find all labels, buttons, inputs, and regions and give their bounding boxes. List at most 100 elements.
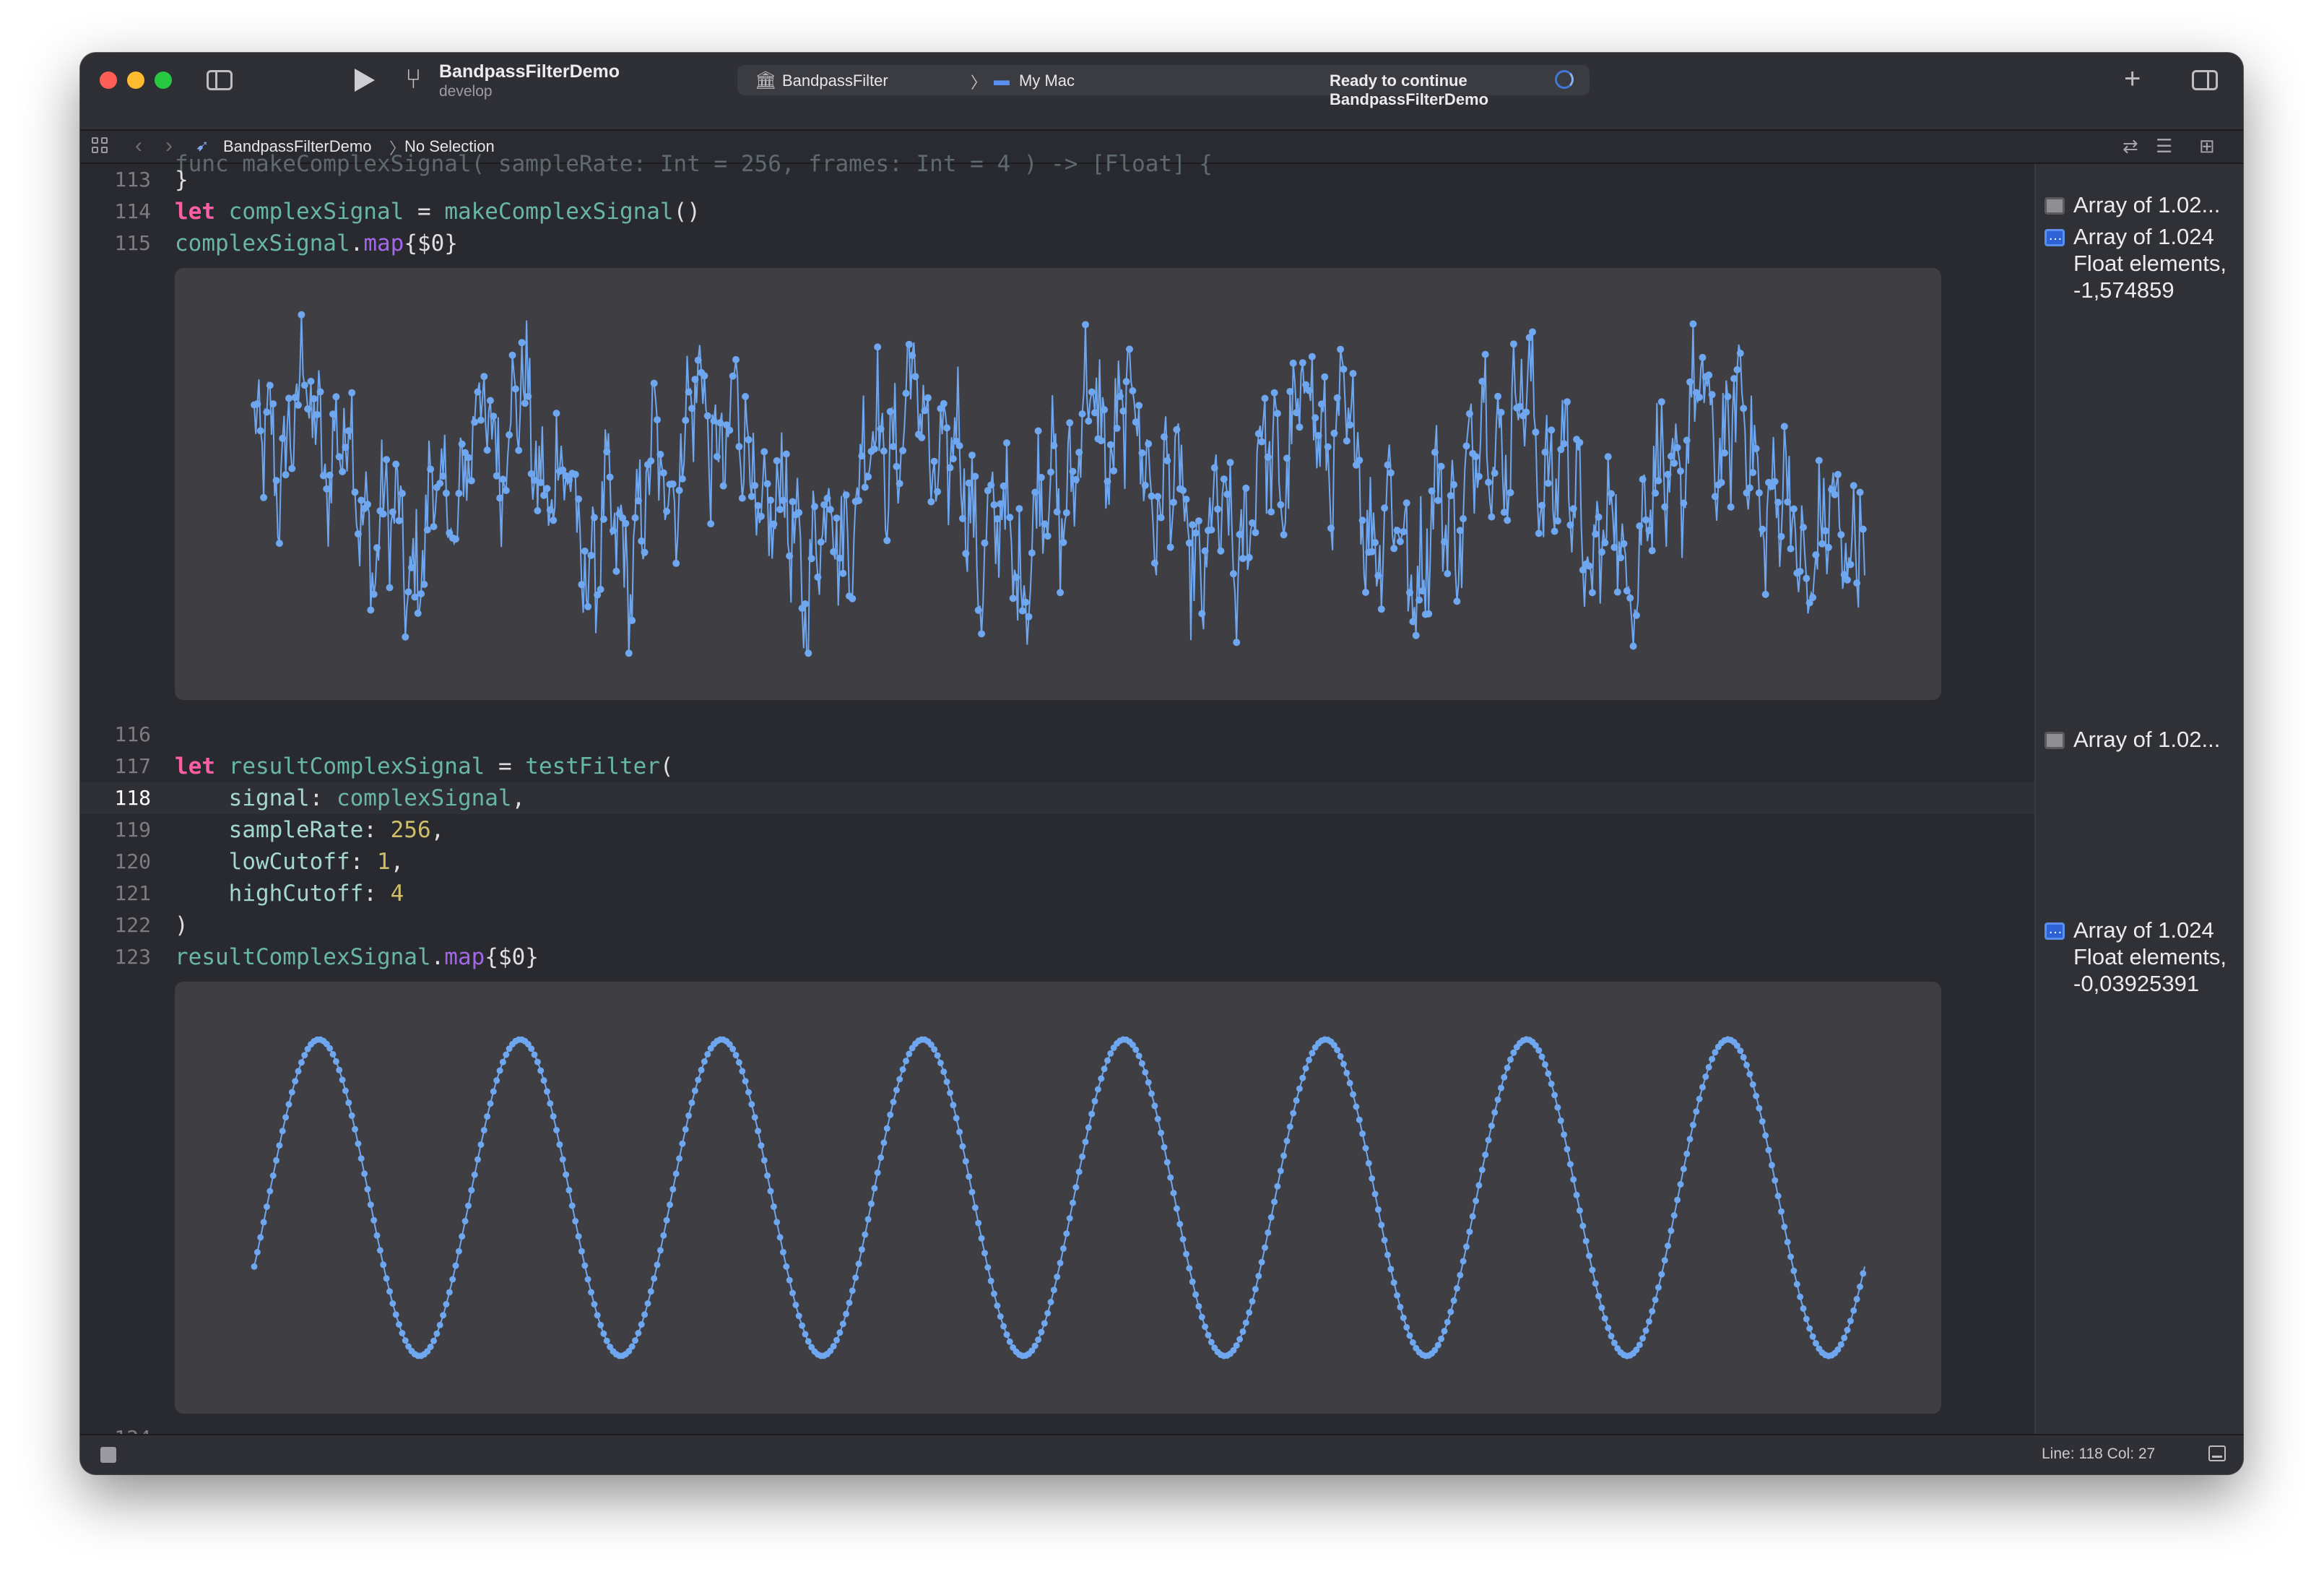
result-signal-point [656, 1247, 664, 1254]
code-line[interactable]: ) [175, 909, 188, 941]
code-line[interactable]: highCutoff: 4 [175, 878, 404, 909]
complex-signal-point [427, 465, 435, 473]
code-line[interactable]: sampleRate: 256, [175, 814, 445, 846]
complex-signal-point [1626, 594, 1634, 602]
result-signal-point [329, 1050, 337, 1058]
editor-options-icon[interactable]: ☰ [2156, 135, 2172, 157]
complex-signal-point [1585, 562, 1593, 570]
code-line[interactable]: resultComplexSignal.map{$0} [175, 941, 539, 973]
project-name[interactable]: BandpassFilterDemo [439, 61, 620, 82]
result-signal-point [695, 1076, 702, 1084]
result-signal-point [273, 1157, 279, 1164]
result-signal-point [1173, 1205, 1180, 1212]
result-signal-point [783, 1263, 790, 1270]
complex-signal-point [1699, 353, 1707, 361]
add-editor-icon[interactable]: ⊞ [2199, 135, 2215, 157]
related-items-icon[interactable] [92, 137, 109, 155]
complex-signal-point [1009, 595, 1017, 602]
stop-icon[interactable] [100, 1447, 116, 1463]
line-number: 122 [114, 913, 151, 937]
result-signal-point [1088, 1110, 1096, 1118]
complex-signal-point [742, 393, 750, 400]
code-line[interactable]: signal: complexSignal, [175, 782, 526, 814]
minimize-window-button[interactable] [127, 72, 144, 89]
result-signal-point [883, 1125, 890, 1132]
add-library-button[interactable]: + [2124, 64, 2141, 93]
swap-icon[interactable]: ⇄ [2123, 135, 2138, 157]
navigator-toggle-icon[interactable] [207, 70, 233, 90]
quick-look-icon[interactable] [2045, 732, 2065, 749]
run-button[interactable] [355, 69, 375, 92]
complex-signal-point [1717, 479, 1725, 486]
line-number: 119 [114, 818, 151, 842]
code-line[interactable]: } [175, 164, 188, 196]
show-result-icon[interactable] [2045, 222, 2065, 249]
complex-signal-point [817, 538, 825, 546]
complex-signal-point [1576, 438, 1584, 446]
complex-signal-point [477, 416, 485, 424]
complex-signal-point [1249, 519, 1256, 527]
quick-look-icon[interactable] [2045, 197, 2065, 215]
code-line[interactable]: complexSignal.map{$0} [175, 228, 458, 259]
result-signal-point [1371, 1190, 1379, 1198]
zoom-window-button[interactable] [155, 72, 172, 89]
complex-signal-point [452, 535, 459, 543]
result-signal-point [1378, 1222, 1385, 1229]
complex-signal-point [1166, 543, 1174, 551]
inspector-toggle-icon[interactable] [2192, 70, 2218, 90]
result-signal-point [1158, 1129, 1165, 1136]
complex-signal-point [719, 482, 727, 490]
result-signal-point [430, 1337, 437, 1344]
result-signal-point [253, 1249, 261, 1255]
status-text: Ready to continue BandpassFilterDemo [1330, 72, 1489, 108]
result-signal-point [1441, 1328, 1448, 1335]
scheme-selector[interactable]: BandpassFilter [782, 72, 888, 90]
complex-signal-point [1075, 449, 1083, 457]
complex-signal-point [1161, 433, 1168, 441]
code-line[interactable]: let resultComplexSignal = testFilter( [175, 751, 674, 782]
result-signal-point [1098, 1075, 1105, 1082]
result-signal-point [899, 1066, 906, 1073]
complex-signal-point [1610, 543, 1618, 551]
result-signal-point [1793, 1281, 1800, 1288]
complex-signal-point [1824, 543, 1832, 551]
result-signal-point [1510, 1049, 1517, 1056]
branch-icon[interactable]: ⑂ [405, 66, 422, 93]
result-signal-point [1258, 1258, 1265, 1266]
result-signal-point [559, 1156, 566, 1163]
result-signal-point [1749, 1081, 1756, 1088]
debug-bar: Line: 118 Col: 27 [80, 1434, 2243, 1474]
debug-area-toggle-icon[interactable] [2208, 1445, 2226, 1461]
result-signal-point [380, 1261, 387, 1268]
show-result-icon[interactable] [2045, 916, 2065, 943]
complex-signal-point [1314, 432, 1322, 439]
branch-name[interactable]: develop [439, 83, 493, 100]
complex-signal-point [402, 633, 409, 641]
code-line[interactable]: let complexSignal = makeComplexSignal() [175, 196, 701, 228]
mac-icon: ▬ [994, 71, 1010, 89]
complex-signal-point [1343, 437, 1350, 445]
close-window-button[interactable] [100, 72, 117, 89]
result-text: Array of 1.02... [2073, 192, 2221, 217]
result-signal-point [269, 1172, 277, 1179]
result-signal-point [906, 1050, 913, 1058]
result-signal-point [600, 1330, 607, 1337]
complex-signal-point [855, 497, 863, 504]
complex-signal-point [263, 408, 271, 416]
forward-button[interactable]: › [165, 134, 173, 158]
destination-selector[interactable]: My Mac [1019, 72, 1075, 90]
complex-signal-point [319, 472, 327, 480]
result-signal-point [1296, 1085, 1303, 1092]
result-signal-point [1473, 1197, 1480, 1204]
complex-signal-point [805, 649, 812, 657]
result-signal-point [342, 1087, 349, 1094]
complex-signal-point [1664, 470, 1672, 478]
back-button[interactable]: ‹ [135, 134, 142, 158]
result-signal-point [1488, 1123, 1495, 1129]
complex-signal-point [467, 477, 475, 485]
result-signal-point [1586, 1253, 1592, 1259]
code-line[interactable]: lowCutoff: 1, [175, 846, 404, 878]
code-editor[interactable]: func makeComplexSignal( sampleRate: Int … [80, 151, 2034, 1474]
result-signal-point [1299, 1074, 1306, 1081]
complex-signal-point [1472, 453, 1480, 461]
